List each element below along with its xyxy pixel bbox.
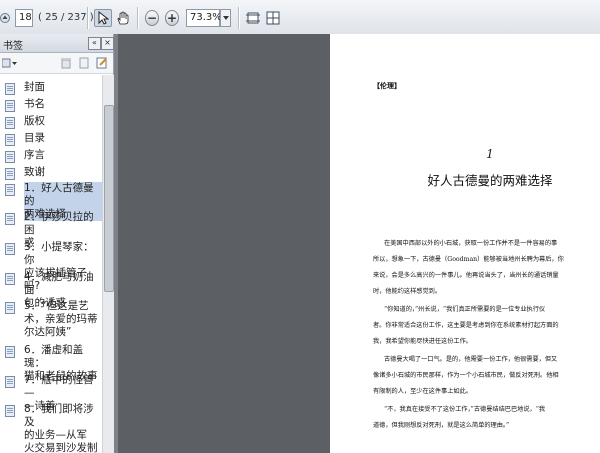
collapse-panel-button[interactable]: « xyxy=(88,37,101,50)
bookmark-label: 封面 xyxy=(24,81,45,93)
minus-icon: − xyxy=(145,10,159,26)
bookmark-page-icon xyxy=(5,405,15,417)
bookmark-item[interactable]: 书名 xyxy=(5,98,102,112)
bookmark-label: 序言 xyxy=(24,149,45,161)
fit-page-icon xyxy=(246,12,260,24)
section-tag: 【伦理】 xyxy=(373,82,401,90)
bookmark-page-icon xyxy=(5,243,15,255)
options-menu-button[interactable] xyxy=(2,57,18,69)
text-line: 像诸多小石城的市民那样，作为一个小石城市民，做反对死刑。他相 xyxy=(373,372,559,379)
bookmark-label: 书名 xyxy=(24,98,45,110)
bookmark-properties-button[interactable] xyxy=(96,57,108,72)
document-page: 【伦理】 1 好人古德曼的两难选择 在美国中西部以外的小石城，获取一份工作并不是… xyxy=(330,34,600,453)
page-number-input[interactable]: 18 xyxy=(15,9,33,27)
toolbar-separator xyxy=(87,7,89,29)
text-line: “不，我真在接受不了这份工作，”古德曼结结巴巴地说，“我 xyxy=(384,406,546,413)
fit-width-button[interactable] xyxy=(264,9,282,27)
bookmark-label: 致谢 xyxy=(24,166,45,178)
text-line: 所以，想象一下，古德曼（Goodman）能够被当地州长聘为幕后，你 xyxy=(373,256,564,263)
text-line: 时，他能约这样感觉到。 xyxy=(373,288,442,295)
bookmark-page-icon xyxy=(5,134,15,146)
bookmark-item[interactable]: 5．“但这是艺 术，亲爱的玛蒂 尔达阿姨” xyxy=(5,300,102,339)
new-bookmark-icon xyxy=(79,57,89,69)
previous-page-button[interactable] xyxy=(0,9,12,27)
hand-icon xyxy=(117,11,129,25)
bookmark-page-icon xyxy=(5,168,15,180)
chevron-down-icon xyxy=(222,16,229,20)
zoom-out-button[interactable]: − xyxy=(144,9,160,27)
plus-icon: + xyxy=(165,10,179,26)
bookmark-page-icon xyxy=(5,117,15,129)
text-line: 来说，会是多么高兴的一件事儿。他再说当头了，当州长的通话销量 xyxy=(373,272,559,279)
select-tool-button[interactable] xyxy=(94,9,112,27)
bookmark-item[interactable]: 封面 xyxy=(5,81,102,95)
panel-title: 书签 xyxy=(3,41,23,52)
text-line: 者。你非常适合这份工作，这主要是考虑到你在系统素材打起方面的 xyxy=(373,322,559,329)
scrollbar-thumb[interactable] xyxy=(104,105,114,292)
close-panel-button[interactable]: × xyxy=(101,37,114,50)
toolbar-separator xyxy=(137,7,139,29)
fit-width-icon xyxy=(266,11,280,25)
fit-page-button[interactable] xyxy=(244,9,262,27)
document-background xyxy=(114,34,330,453)
panel-header: 书签 « × xyxy=(0,34,114,53)
toolbar-separator xyxy=(238,7,240,29)
panel-resize-handle[interactable] xyxy=(114,34,118,453)
text-line: 古德曼大喝了一口气。是的，他需要一份工作，他很需要，但又 xyxy=(384,356,558,363)
bookmark-item[interactable]: 序言 xyxy=(5,149,102,163)
text-line: “你知道的，”州长说，“我们真正所需要的是一位专业执行仪 xyxy=(384,306,546,313)
bookmark-scrollbar[interactable] xyxy=(102,75,114,453)
delete-bookmark-button[interactable] xyxy=(61,57,71,72)
bookmark-item[interactable]: 8．我们即将涉及的业务—从军火交易到沙发制造 xyxy=(5,403,102,453)
page-count-label: ( 25 / 237 ) xyxy=(38,12,94,23)
zoom-level-input[interactable]: 73.3% xyxy=(186,9,222,27)
text-line: 在美国中西部以外的小石城，获取一份工作并不是一件容易的事 xyxy=(384,240,558,247)
text-line: 道德，但我刚想反对死刑，就是这么简单的理由。” xyxy=(373,422,510,429)
bookmark-label: 版权 xyxy=(24,115,45,127)
bookmark-page-icon xyxy=(5,184,15,196)
bookmark-page-icon xyxy=(5,273,15,285)
text-line: 有限制的人，至少在这件事上如此。 xyxy=(373,388,472,395)
cursor-icon xyxy=(98,11,109,25)
bookmark-page-icon xyxy=(5,83,15,95)
bookmark-item[interactable]: 目录 xyxy=(5,132,102,146)
bookmark-item[interactable]: 致谢 xyxy=(5,166,102,180)
bookmark-page-icon xyxy=(5,302,15,314)
new-bookmark-button[interactable] xyxy=(79,57,89,72)
previous-page-icon xyxy=(0,13,10,23)
bookmarks-panel: 书签 « × 封面 书名 版权 目录 序言 致谢 1．好人古德曼的 两难选择 2… xyxy=(0,34,114,453)
bookmark-label: 5．“但这是艺 术，亲爱的玛蒂 尔达阿姨” xyxy=(24,300,98,338)
hand-tool-button[interactable] xyxy=(114,9,132,27)
bookmark-page-icon xyxy=(5,151,15,163)
chapter-title: 好人古德曼的两难选择 xyxy=(427,173,553,188)
bookmark-properties-icon xyxy=(96,57,107,69)
bookmark-page-icon xyxy=(5,100,15,112)
toolbar: 18 ( 25 / 237 ) − + 73.3% xyxy=(0,0,600,35)
bookmark-list: 封面 书名 版权 目录 序言 致谢 1．好人古德曼的两难选择 2．伊莎贝拉的困 xyxy=(0,75,102,453)
bookmark-page-icon xyxy=(5,376,15,388)
bookmark-label: 8．我们即将涉及的业务—从军火交易到沙发制造 xyxy=(24,403,98,453)
bookmark-item[interactable]: 版权 xyxy=(5,115,102,129)
bookmark-page-icon xyxy=(5,346,15,358)
bookmark-page-icon xyxy=(5,213,15,225)
trash-icon xyxy=(61,58,71,69)
bookmark-label: 目录 xyxy=(24,132,45,144)
panel-toolbar xyxy=(0,53,113,74)
options-icon xyxy=(2,58,17,68)
zoom-in-button[interactable]: + xyxy=(164,9,180,27)
zoom-dropdown-button[interactable] xyxy=(220,9,231,27)
text-line: 我，我希望你能尽快进任这份工作。 xyxy=(373,338,472,345)
chapter-number: 1 xyxy=(486,147,494,161)
